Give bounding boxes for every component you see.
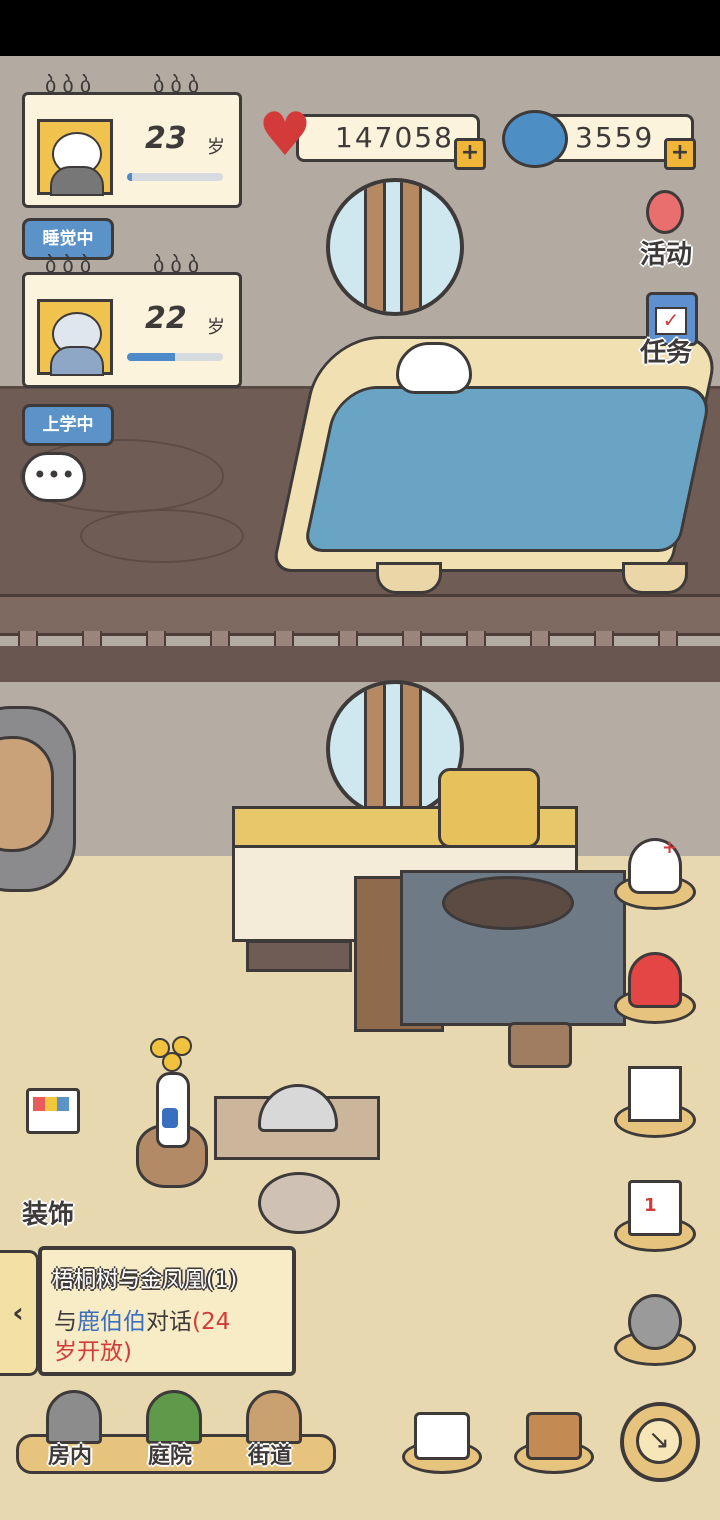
floor-mat [246,940,352,972]
gem-icon [502,110,568,168]
bed-leg [376,562,442,594]
nav-yard[interactable]: 庭院 [122,1390,218,1470]
tasks-button[interactable]: 任务 [640,332,692,369]
plus-mark: + [662,837,678,858]
gem-count: 3559 [575,121,655,154]
balloon-icon[interactable] [646,190,684,234]
growth-progress [127,173,223,181]
floor-cushion [258,1172,340,1234]
tree-icon [146,1390,202,1444]
quest-title: 梧桐树与金凤凰(1) [52,1268,238,1293]
paint-palette-icon[interactable] [26,1088,80,1134]
avatar [37,299,113,376]
character-card-2[interactable]: ბბბ ბბბ 22 岁 [22,253,242,388]
nav-yard-label: 庭院 [147,1444,192,1469]
heart-pedestal-button[interactable] [614,944,696,1024]
stove-grill [442,876,574,930]
stone-disc [0,736,54,852]
gear-icon [628,1294,682,1350]
nav-street-label: 街道 [247,1444,292,1469]
nav-street[interactable]: 街道 [222,1390,318,1470]
quest-unlock-age: (24 [192,1309,231,1335]
age-unit: 岁 [207,137,225,158]
heart-icon: ♥ [258,100,312,170]
quest-text: 对话 [146,1309,192,1335]
chest-icon [526,1412,582,1460]
growth-progress-fill [127,173,132,181]
sleeping-character[interactable] [396,342,472,394]
shop-icon [414,1412,470,1460]
house-icon [628,1066,682,1122]
compass-button[interactable]: ↘ [620,1402,700,1482]
upper-round-window [326,178,464,316]
podium-number: 1 [644,1195,657,1216]
arrow-icon: ↘ [636,1418,682,1464]
mailbox-house-button[interactable] [614,1058,696,1138]
settings-button[interactable] [614,1286,696,1366]
character-age: 23 [145,121,187,156]
avatar [37,119,113,196]
location-nav: 房内 庭院 街道 [16,1390,336,1474]
quest-line-2: 岁开放) [54,1339,132,1365]
quest-collapse-tab[interactable]: ‹ [0,1250,39,1376]
floor-beam-lower [0,646,720,685]
status-badge: 上学中 [22,404,114,446]
flower [162,1052,182,1072]
heart-currency: 147058 [296,114,480,162]
shop-button[interactable] [402,1410,482,1474]
small-stool [508,1022,572,1068]
folded-towel [438,768,540,848]
add-hearts-button[interactable]: + [454,138,486,170]
growth-progress-fill [127,353,175,361]
quest-panel[interactable]: 梧桐树与金凤凰(1) 与鹿伯伯对话(24 岁开放) [38,1246,296,1376]
chat-bubble-icon[interactable]: ••• [22,452,86,502]
character-age: 22 [145,301,187,336]
signpost-icon [246,1390,302,1444]
nav-room-label: 房内 [47,1444,92,1469]
growth-progress [127,353,223,361]
floor-beam [0,594,720,653]
heart-count: 147058 [335,121,454,154]
decorate-button[interactable]: 装饰 [22,1194,74,1231]
add-gems-button[interactable]: + [664,138,696,170]
quest-line-1: 与鹿伯伯对话(24 [54,1302,230,1336]
character-card-1[interactable]: ბბბ ბბბ 23 岁 [22,73,242,208]
podium-ranking-button[interactable]: 1 [614,1172,696,1252]
activity-button[interactable]: 活动 [640,234,692,271]
vase-pattern [162,1108,178,1128]
nav-room[interactable]: 房内 [22,1390,118,1470]
bed-leg [622,562,688,594]
heart-icon [628,952,682,1008]
treasure-chest-button[interactable] [514,1410,594,1474]
door-icon [46,1390,102,1444]
age-unit: 岁 [207,317,225,338]
adopt-panda-button[interactable]: + [614,830,696,910]
status-bar [0,0,720,56]
bed-blanket [302,386,714,552]
